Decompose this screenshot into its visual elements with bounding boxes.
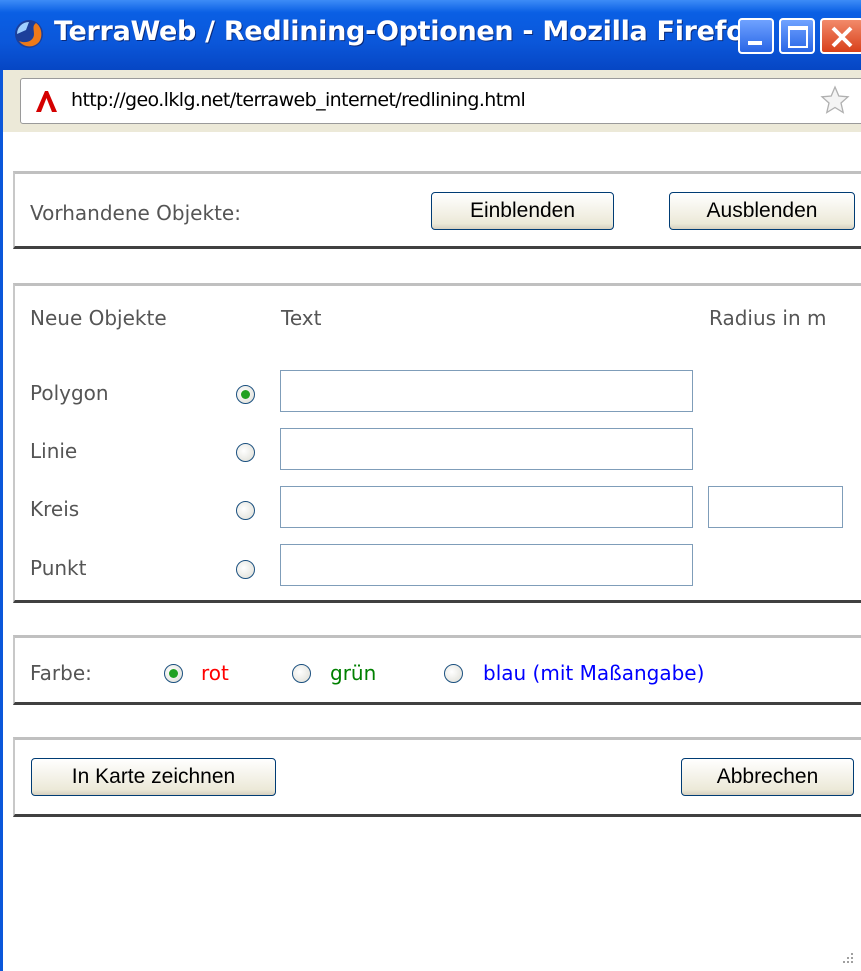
text-input-linie[interactable] (280, 428, 693, 470)
color-option-blau: blau (mit Maßangabe) (483, 661, 705, 685)
close-icon (831, 26, 853, 48)
text-column-header: Text (281, 306, 322, 330)
text-input-polygon[interactable] (280, 370, 693, 412)
resize-grip-icon[interactable] (840, 950, 856, 966)
site-favicon-icon (33, 88, 59, 114)
browser-window: TerraWeb / Redlining-Optionen - Mozilla … (0, 0, 861, 971)
type-label-linie: Linie (30, 439, 78, 463)
new-objects-header: Neue Objekte (30, 306, 167, 330)
text-input-kreis[interactable] (280, 486, 693, 528)
new-objects-panel: Neue Objekte Text Radius in m Polygon Li… (13, 283, 861, 603)
radio-punkt[interactable] (236, 560, 255, 579)
draw-on-map-button[interactable]: In Karte zeichnen (31, 758, 276, 796)
radio-kreis[interactable] (236, 501, 255, 520)
color-label: Farbe: (30, 661, 92, 685)
radio-linie[interactable] (236, 443, 255, 462)
radius-column-header: Radius in m (709, 306, 827, 330)
type-label-punkt: Punkt (30, 556, 87, 580)
hide-objects-button[interactable]: Ausblenden (669, 192, 855, 230)
minimize-button[interactable] (738, 18, 774, 54)
url-text: http://geo.lklg.net/terraweb_internet/re… (71, 89, 526, 111)
bookmark-star-icon[interactable] (819, 84, 851, 116)
color-panel: Farbe: rot grün blau (mit Maßangabe) (13, 635, 861, 705)
show-objects-button[interactable]: Einblenden (431, 192, 614, 230)
type-label-polygon: Polygon (30, 381, 109, 405)
actions-panel: In Karte zeichnen Abbrechen (13, 737, 861, 817)
color-option-gruen: grün (330, 661, 377, 685)
maximize-button[interactable] (779, 18, 815, 54)
radio-color-blau[interactable] (444, 664, 463, 683)
existing-objects-panel: Vorhandene Objekte: Einblenden Ausblende… (13, 171, 861, 249)
type-label-kreis: Kreis (30, 497, 80, 521)
existing-objects-label: Vorhandene Objekte: (30, 201, 241, 225)
text-input-punkt[interactable] (280, 544, 693, 586)
title-bar: TerraWeb / Redlining-Optionen - Mozilla … (0, 0, 861, 70)
cancel-button[interactable]: Abbrechen (681, 758, 854, 796)
address-bar: http://geo.lklg.net/terraweb_internet/re… (0, 70, 861, 132)
url-field[interactable]: http://geo.lklg.net/terraweb_internet/re… (20, 78, 861, 124)
firefox-icon (15, 20, 43, 48)
close-button[interactable] (820, 18, 861, 54)
radius-input-kreis[interactable] (708, 486, 843, 528)
radio-color-rot[interactable] (164, 664, 183, 683)
radio-polygon[interactable] (236, 385, 255, 404)
window-title: TerraWeb / Redlining-Optionen - Mozilla … (54, 16, 762, 47)
page-content: Vorhandene Objekte: Einblenden Ausblende… (0, 132, 861, 971)
radio-color-gruen[interactable] (292, 664, 311, 683)
color-option-rot: rot (201, 661, 229, 685)
